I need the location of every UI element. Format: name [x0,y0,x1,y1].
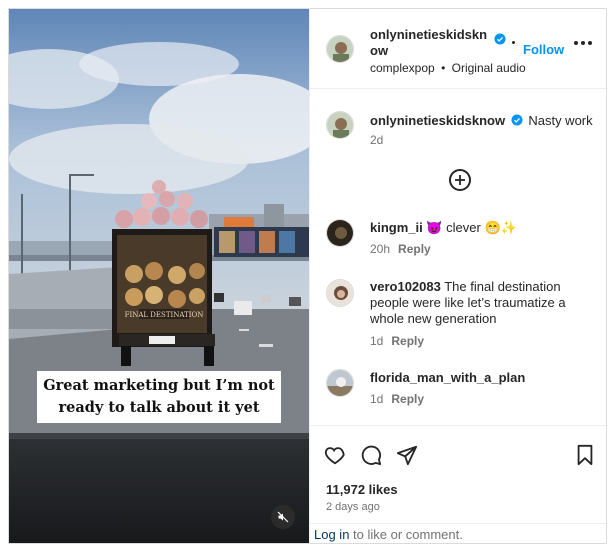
load-more-comments-button[interactable] [449,169,471,191]
save-icon[interactable] [575,444,595,466]
likes-count[interactable]: 11,972 likes [326,482,398,497]
post-container: FINAL DESTINATION Great marketing but I’… [8,8,607,544]
reply-button[interactable]: Reply [391,392,424,406]
caption-time: 2d [370,133,384,147]
audio-label-link[interactable]: Original audio [452,61,526,75]
video-caption-line-1: Great marketing but I’m not [43,377,275,394]
audio-account-link[interactable]: complexpop [370,61,435,75]
verified-badge-icon [511,114,523,126]
follow-button[interactable]: Follow [523,42,564,57]
reply-button[interactable]: Reply [391,334,424,348]
video-caption-overlay: Great marketing but I’m not ready to tal… [37,371,281,423]
comment-time: 20h [370,242,391,256]
comment-username[interactable]: florida_man_with_a_plan [370,370,525,385]
comment-meta: 20h Reply [370,242,431,256]
comment-text: 😈 clever 😁✨ [426,220,517,235]
comment-username[interactable]: vero102083 [370,279,441,294]
share-icon[interactable] [396,444,418,466]
audio-separator: • [441,61,446,75]
comment-avatar[interactable] [326,219,354,247]
reply-button[interactable]: Reply [398,242,431,256]
login-prompt-text: to like or comment. [349,527,463,542]
comment-text-row: kingm_ii 😈 clever 😁✨ [370,220,600,236]
login-link[interactable]: Log in [314,527,349,542]
separator-dot [512,41,515,44]
caption-username[interactable]: onlyninetieskidsknow [370,113,505,128]
post-date[interactable]: 2 days ago [326,501,380,513]
comment-time: 1d [370,334,384,348]
comment-avatar[interactable] [326,369,354,397]
heart-icon[interactable] [324,444,346,466]
caption-text-row: onlyninetieskidsknow Nasty work [370,113,600,129]
audio-attribution: complexpop • Original audio [370,61,526,75]
comment-time: 1d [370,392,384,406]
comment-username[interactable]: kingm_ii [370,220,423,235]
post-actions-section: 11,972 likes 2 days ago Log in to like o… [310,425,606,543]
comment-text-row: vero102083 The final destination people … [370,279,592,327]
more-options-icon[interactable] [574,41,592,45]
comment-avatar[interactable] [326,279,354,307]
verified-badge-icon [494,33,506,45]
author-avatar[interactable] [326,35,354,63]
post-header: onlyninetieskidsknow Follow complexpop •… [310,9,606,89]
caption-text: Nasty work [528,113,593,128]
truck-sign: FINAL DESTINATION [125,311,204,319]
comment-icon[interactable] [360,444,382,466]
post-video[interactable]: FINAL DESTINATION Great marketing but I’… [9,9,309,543]
video-frame: FINAL DESTINATION [9,9,309,543]
video-caption-line-2: ready to talk about it yet [58,399,260,416]
comment-meta: 1d Reply [370,392,424,406]
post-side-panel: onlyninetieskidsknow Follow complexpop •… [309,9,606,543]
comment-text-row: florida_man_with_a_plan [370,370,600,386]
author-username[interactable]: onlyninetieskidsknow [370,27,492,59]
caption-author-avatar[interactable] [326,111,354,139]
mute-button[interactable] [271,505,295,529]
mute-icon [277,511,289,523]
add-comment-icon [455,175,465,185]
login-prompt: Log in to like or comment. [310,523,606,543]
comment-meta: 1d Reply [370,334,424,348]
